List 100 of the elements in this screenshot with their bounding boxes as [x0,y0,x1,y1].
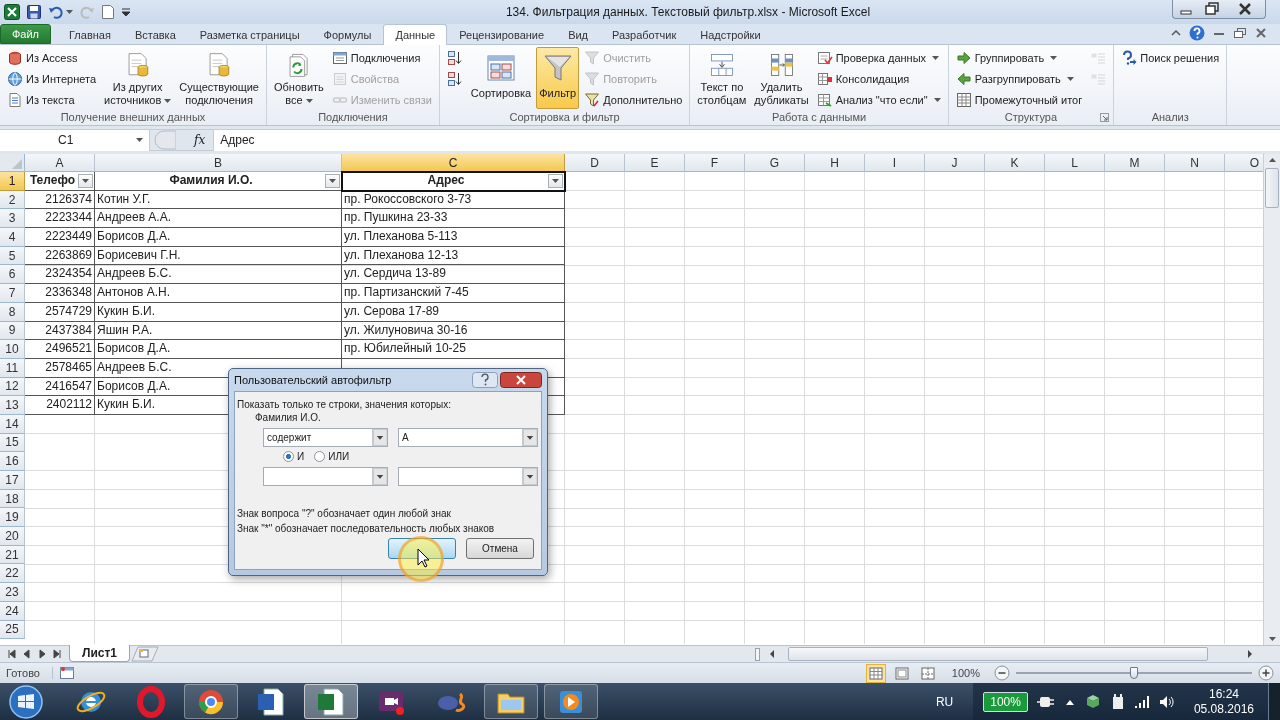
row-header[interactable]: 13 [0,396,25,415]
ribbon-button[interactable]: Консолидация [813,69,944,89]
column-header[interactable]: L [1045,154,1105,172]
document-icon[interactable] [101,4,115,20]
scrollbar-thumb[interactable] [788,647,1208,661]
column-header[interactable]: O [1225,154,1263,172]
ribbon-tab[interactable]: Вставка [122,24,188,44]
row-header[interactable]: 3 [0,209,25,229]
ribbon-button[interactable]: Поиск решения [1118,48,1223,68]
ribbon-button[interactable]: Из Access [4,48,99,68]
radio-button[interactable]: ИЛИ [314,451,350,462]
clock-time[interactable]: 16:24 [1208,686,1239,702]
insert-function-button[interactable]: fx [186,133,214,147]
dropdown-arrow-icon[interactable] [372,429,388,446]
row-header[interactable]: 22 [0,564,25,584]
ribbon-tab[interactable]: Разработчик [600,24,689,44]
taskbar-button[interactable] [484,684,538,719]
combo-box[interactable]: содержит [263,428,389,447]
column-header[interactable]: E [625,154,685,172]
help-icon[interactable] [1189,25,1205,41]
sheet-tab[interactable]: Лист1 [69,645,131,662]
cancel-button[interactable]: Отмена [466,538,534,559]
column-header[interactable]: A [25,154,95,172]
ribbon-tab[interactable]: Надстройки [688,24,773,44]
row-header[interactable]: 23 [0,583,25,602]
column-header[interactable]: M [1105,154,1165,172]
zoom-level[interactable]: 100% [951,667,980,679]
ribbon-tab[interactable]: Главная [57,24,123,44]
collapse-ribbon-icon[interactable] [1170,28,1182,38]
splitter-handle-icon[interactable] [152,130,176,150]
close-icon[interactable] [500,372,542,388]
language-indicator[interactable]: RU [935,694,954,709]
dropdown-arrow-icon[interactable] [372,468,388,485]
column-header[interactable]: N [1165,154,1225,172]
macro-record-icon[interactable] [58,666,75,680]
name-box[interactable]: C1 [0,129,150,151]
clock-date[interactable]: 05.08.2016 [1193,701,1254,717]
column-header[interactable]: H [805,154,865,172]
ribbon-button[interactable]: Из Интернета [4,69,99,89]
column-header[interactable]: F [685,154,745,172]
view-button[interactable] [865,663,886,683]
zoom-out-icon[interactable] [994,665,1010,681]
formula-field[interactable]: Адрес [213,129,1280,151]
row-header[interactable]: 17 [0,471,25,490]
sheet-nav-arrow-icon[interactable] [36,648,48,660]
dropdown-arrow-icon[interactable] [522,468,537,485]
row-header[interactable]: 10 [0,340,25,359]
column-header[interactable]: B [95,154,342,172]
ribbon-button[interactable]: Текст по столбцам [694,47,750,109]
ribbon-button[interactable]: Из других источников [101,47,175,109]
ribbon-button[interactable]: Группировать [952,48,1086,68]
column-header[interactable]: G [745,154,805,172]
sheet-nav-arrow-icon[interactable] [21,648,33,660]
ribbon-button[interactable]: Дополнительно [581,90,686,110]
ribbon-tab[interactable]: Формулы [311,24,384,44]
ribbon-button[interactable]: Анализ "что если" [813,90,944,110]
ribbon-tab[interactable]: Вид [556,24,601,44]
dropdown-arrow-icon[interactable] [522,429,537,446]
sheet-nav-arrow-icon[interactable] [51,648,63,660]
zoom-in-icon[interactable] [1258,665,1274,681]
ribbon-tab[interactable]: Рецензирование [447,24,557,44]
dialog-launcher-icon[interactable] [1100,113,1110,122]
row-header[interactable]: 4 [0,228,25,247]
row-header[interactable]: 1 [0,172,25,191]
show-desktop-button[interactable] [1268,683,1280,720]
row-header[interactable]: 6 [0,265,25,285]
slider-thumb[interactable] [1130,667,1138,679]
ribbon-button[interactable]: Удалить дубликаты [751,47,812,109]
column-header[interactable]: C [342,154,565,172]
ribbon-button[interactable]: Обновить все [271,47,327,109]
row-header[interactable]: 20 [0,527,25,546]
ribbon-button[interactable]: Промежуточный итог [952,90,1086,110]
row-header[interactable]: 16 [0,452,25,471]
sheet-nav-arrow-icon[interactable] [6,648,18,660]
ribbon-button[interactable]: Разгруппировать [952,69,1086,89]
row-header[interactable]: 7 [0,284,25,303]
restore-icon[interactable] [1233,27,1247,39]
ribbon-button[interactable]: Существующие подключения [176,47,262,109]
filter-dropdown-button[interactable] [548,173,563,188]
help-icon[interactable] [472,372,498,388]
row-header[interactable]: 19 [0,508,25,528]
ribbon-button[interactable]: Из текста [4,90,99,110]
close-icon[interactable] [1254,27,1268,39]
filter-dropdown-button[interactable] [78,173,93,188]
ribbon-button[interactable]: Проверка данных [813,48,944,68]
ribbon-button[interactable]: Сортировка [467,47,535,109]
spreadsheet-logo-icon[interactable] [4,4,20,20]
file-tab[interactable]: Файл [0,24,51,44]
column-header[interactable]: J [925,154,985,172]
filter-button[interactable]: Фильтр [536,47,580,109]
column-header[interactable]: K [985,154,1045,172]
signal-icon[interactable] [1133,694,1150,709]
vertical-scrollbar[interactable] [1263,154,1280,645]
customize-menu-icon[interactable] [121,6,131,18]
split-handle[interactable] [755,647,760,661]
undo-icon[interactable] [48,4,64,20]
confirm-button[interactable] [388,538,456,559]
ribbon-tab[interactable]: Данные [383,24,448,45]
ribbon-button[interactable]: Подключения [328,48,435,68]
battery-indicator[interactable]: 100% [983,691,1028,712]
